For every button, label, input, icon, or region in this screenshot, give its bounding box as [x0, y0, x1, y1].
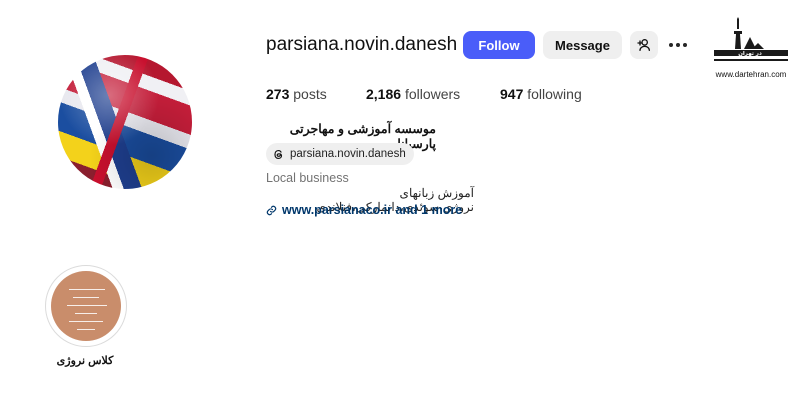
story-highlight-label: کلاس نروژی	[56, 355, 114, 367]
person-plus-icon	[637, 39, 650, 51]
more-options-button[interactable]	[669, 37, 691, 53]
link-icon	[266, 205, 277, 215]
message-button[interactable]: Message	[543, 31, 622, 59]
threads-handle: parsiana.novin.danesh	[290, 148, 406, 160]
more-horizontal-icon	[669, 43, 673, 47]
profile-username: parsiana.novin.danesh	[266, 34, 458, 55]
profile-website-link[interactable]: www.parsianaco.ir and 1 more	[266, 203, 462, 217]
follow-button[interactable]: Follow	[463, 31, 535, 59]
profile-avatar[interactable]	[58, 55, 192, 189]
svg-text:در تهران: در تهران	[738, 51, 762, 57]
highlight-cover	[51, 271, 121, 341]
profile-category: Local business	[266, 171, 349, 185]
threads-icon	[274, 149, 283, 159]
threads-badge[interactable]: parsiana.novin.danesh	[266, 143, 414, 165]
watermark-site-url: www.dartehran.com	[715, 70, 787, 79]
posts-count: 273 posts	[266, 86, 327, 102]
website-link-text: www.parsianaco.ir and 1 more	[282, 203, 463, 217]
suggest-user-button[interactable]	[630, 31, 658, 59]
story-highlight[interactable]	[45, 265, 127, 347]
followers-link[interactable]: 2,186 followers	[366, 86, 460, 102]
following-link[interactable]: 947 following	[500, 86, 582, 102]
